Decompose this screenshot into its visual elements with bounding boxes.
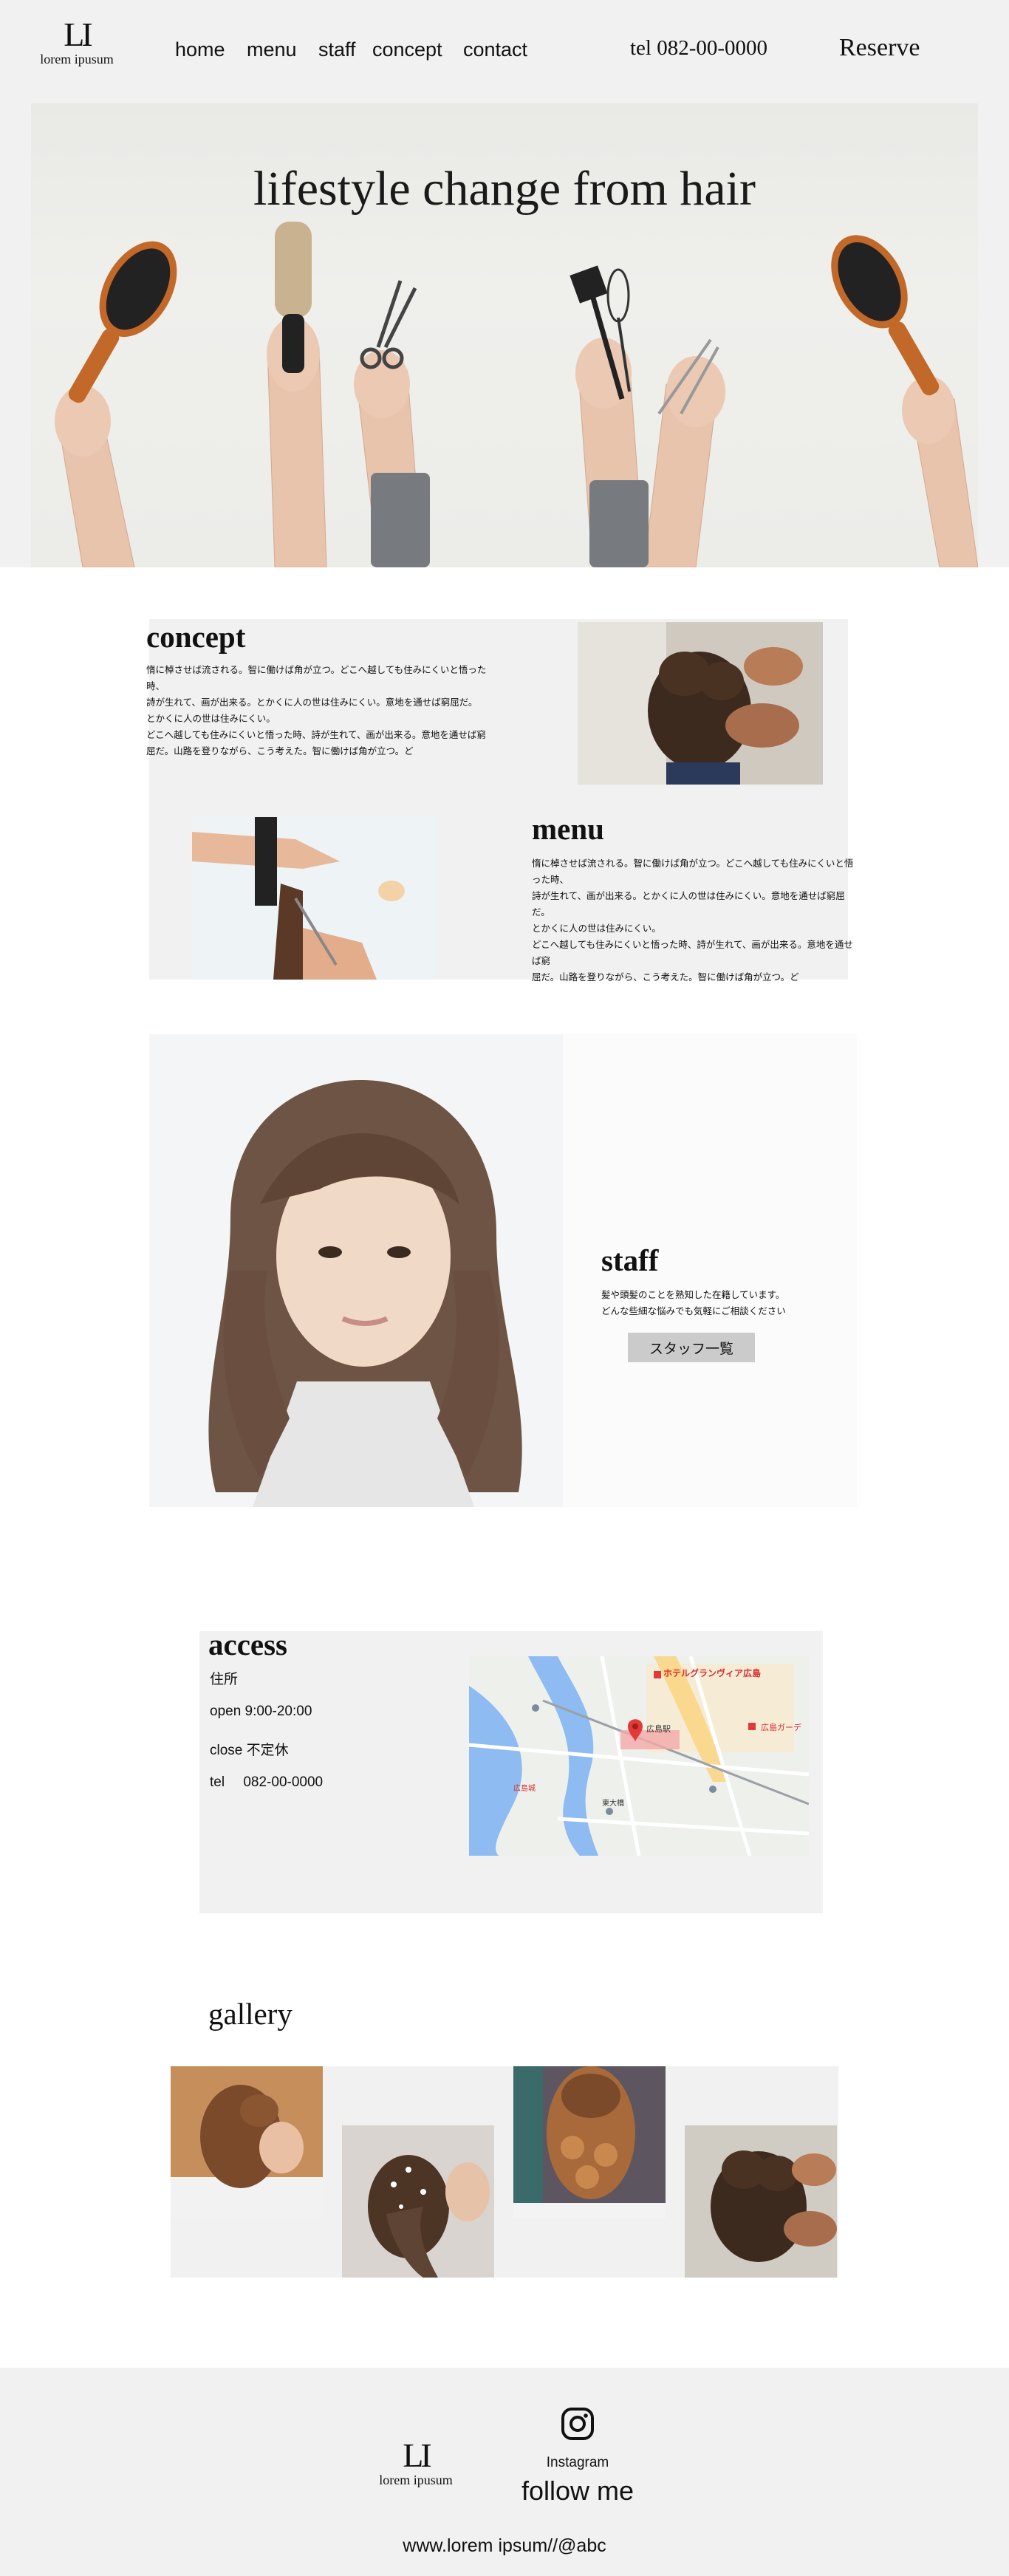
menu-line: 惰に棹させば流される。智に働けば角が立つ。どこへ越しても住みにくいと悟った時、 [532,858,854,885]
map-label-garden: 広島ガーデ [761,1723,801,1732]
menu-title: menu [532,812,604,846]
access-tel-value[interactable]: 082-00-0000 [243,1774,323,1790]
staff-line: 髪や頭髪のことを熟知した在籍しています。 [601,1290,785,1300]
hero-section: lifestyle change from hair [0,103,1009,567]
map-label-castle: 広島城 [513,1785,536,1793]
gallery-photo-4[interactable] [685,2125,837,2278]
access-tel-label: tel [210,1774,225,1790]
map-label-station: 広島駅 [646,1725,671,1734]
hero-title: lifestyle change from hair [253,162,756,216]
access-open-hours: open 9:00-20:00 [210,1704,312,1719]
nav-menu[interactable]: menu [247,38,297,61]
reserve-button[interactable]: Reserve [839,34,920,62]
footer-url[interactable]: www.lorem ipsum//@abc [357,2535,652,2557]
staff-photo [149,1034,563,1507]
menu-line: とかくに人の世は住みにくい。 [532,923,661,934]
gallery-section [171,2066,838,2278]
staff-title: staff [601,1243,659,1277]
instagram-icon[interactable] [560,2406,595,2442]
site-footer: LI lorem ipusum Instagram follow me www.… [0,2368,1009,2576]
concept-photo [578,622,823,785]
concept-line: とかくに人の世は住みにくい。 [146,714,276,724]
logo[interactable]: LI lorem ipusum [25,18,129,67]
staff-line: どんな些細な悩みでも気軽にご相談ください [601,1306,786,1316]
site-header: LI lorem ipusum home menu staff concept … [0,0,1009,103]
access-section: access 住所 open 9:00-20:00 close 不定休 tel … [199,1627,823,1913]
concept-line: 詩が生れて、画が出来る。とかくに人の世は住みにくい。意地を通せば窮屈だ。 [146,697,478,708]
menu-photo [192,817,437,980]
nav-concept[interactable]: concept [372,38,442,61]
logo-mark: LI [64,16,92,53]
menu-line: 詩が生れて、画が出来る。とかくに人の世は住みにくい。意地を通せば窮屈だ。 [532,891,845,918]
map-label-bridge: 東大橋 [602,1800,624,1808]
menu-text: 惰に棹させば流される。智に働けば角が立つ。どこへ越しても住みにくいと悟った時、 … [532,855,857,985]
hero-image: lifestyle change from hair [31,103,978,567]
concept-line: 惰に棹させば流される。智に働けば角が立つ。どこへ越しても住みにくいと悟った時、 [146,665,487,691]
follow-me-link[interactable]: follow me [504,2476,651,2507]
logo-text: lorem ipusum [40,52,114,66]
gallery-photo-2[interactable] [342,2125,494,2278]
gallery-photo-3[interactable] [513,2066,666,2218]
instagram-label: Instagram [546,2455,609,2470]
menu-line: どこへ越しても住みにくいと悟った時、詩が生れて、画が出来る。意地を通せば窮 [532,940,853,966]
concept-line: どこへ越しても住みにくいと悟った時、詩が生れて、画が出来る。意地を通せば窮 [146,730,486,740]
footer-logo[interactable]: LI lorem ipusum [364,2439,468,2488]
concept-line: 屈だ。山路を登りながら、こう考えた。智に働けば角が立つ。ど [146,746,414,756]
header-tel[interactable]: tel 082-00-0000 [630,36,767,61]
nav-contact[interactable]: contact [463,38,527,61]
concept-menu-section: concept 惰に棹させば流される。智に働けば角が立つ。どこへ越しても住みにく… [146,619,853,983]
access-address-label: 住所 [210,1672,239,1687]
nav-home[interactable]: home [175,38,225,61]
access-map[interactable]: ホテルグランヴィア広島 広島駅 広島ガーデ 広島城 東大橋 [469,1656,809,1856]
staff-list-button[interactable]: スタッフ一覧 [628,1333,755,1362]
footer-logo-mark: LI [403,2436,431,2474]
concept-title: concept [146,620,246,654]
staff-section: staff 髪や頭髪のことを熟知した在籍しています。 どんな些細な悩みでも気軽に… [149,1034,857,1507]
menu-line: 屈だ。山路を登りながら、こう考えた。智に働けば角が立つ。ど [532,972,799,983]
gallery-title: gallery [208,1997,293,2031]
footer-logo-text: lorem ipusum [379,2473,453,2487]
staff-text: 髪や頭髪のことを熟知した在籍しています。 どんな些細な悩みでも気軽にご相談くださ… [601,1287,823,1319]
nav-staff[interactable]: staff [318,38,356,61]
access-closed-days: close 不定休 [210,1743,289,1758]
gallery-photo-1[interactable] [171,2066,323,2218]
map-label-hotel: ホテルグランヴィア広島 [663,1668,762,1678]
concept-text: 惰に棹させば流される。智に働けば角が立つ。どこへ越しても住みにくいと悟った時、 … [146,662,493,759]
access-title: access [208,1627,288,1661]
access-tel: tel 082-00-0000 [210,1774,323,1791]
